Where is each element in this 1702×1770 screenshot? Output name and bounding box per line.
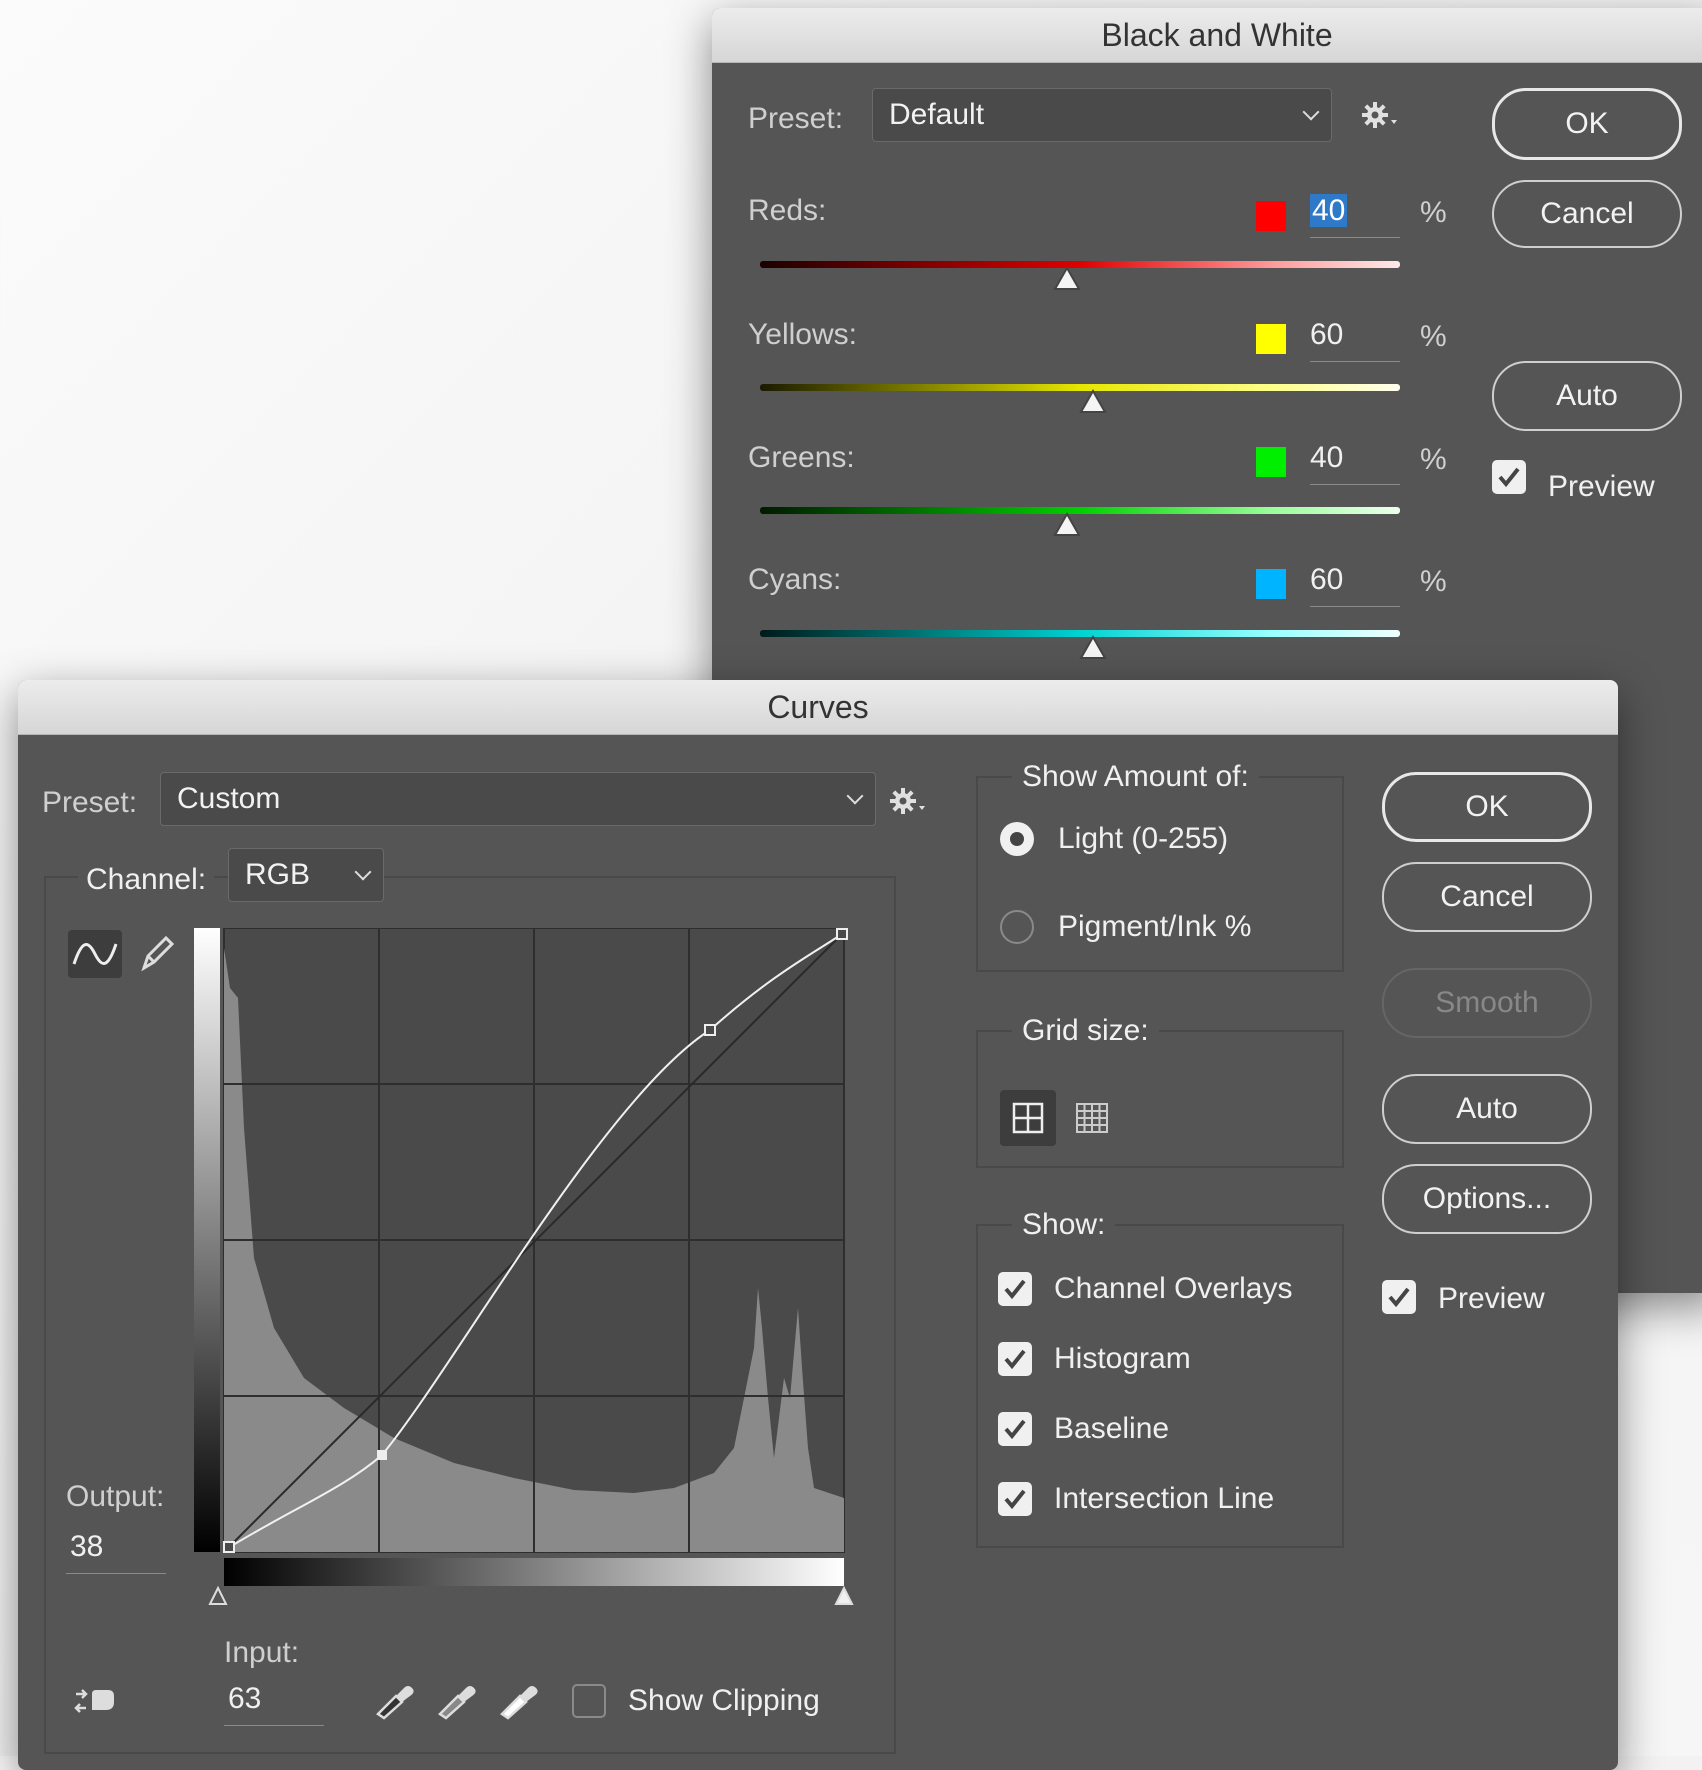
show-clipping-label: Show Clipping (628, 1684, 820, 1717)
slider-label: Yellows: (748, 318, 857, 351)
color-swatch (1256, 569, 1286, 599)
percent-label: % (1420, 443, 1447, 476)
auto-button[interactable]: Auto (1382, 1074, 1592, 1144)
channel-overlays-label: Channel Overlays (1054, 1272, 1293, 1305)
simple-grid-icon[interactable] (1000, 1090, 1056, 1146)
input-value-field[interactable]: 63 (224, 1682, 324, 1726)
show-clipping-checkbox[interactable] (572, 1684, 606, 1718)
black-point-eyedropper-icon[interactable] (372, 1676, 416, 1725)
slider-label: Cyans: (748, 563, 842, 596)
light-radio-label: Light (0-255) (1058, 822, 1229, 855)
preview-label: Preview (1438, 1282, 1545, 1315)
preset-value: Custom (177, 782, 281, 815)
slider-label: Reds: (748, 194, 827, 227)
intersection-line-checkbox[interactable] (998, 1482, 1032, 1516)
preview-checkbox[interactable] (1382, 1280, 1416, 1314)
channel-dropdown[interactable]: RGB (228, 848, 384, 902)
white-point-eyedropper-icon[interactable] (496, 1676, 540, 1725)
color-swatch (1256, 201, 1286, 231)
reds-value-field[interactable]: 40 (1310, 194, 1400, 238)
preview-label: Preview (1548, 470, 1655, 503)
yellows-value-field[interactable]: 60 (1310, 318, 1400, 362)
histogram-label: Histogram (1054, 1342, 1191, 1375)
preset-label: Preset: (42, 786, 138, 819)
histogram-checkbox[interactable] (998, 1342, 1032, 1376)
percent-label: % (1420, 320, 1447, 353)
detailed-grid-icon[interactable] (1064, 1090, 1120, 1146)
cyans-value-field[interactable]: 60 (1310, 563, 1400, 607)
input-label: Input: (224, 1636, 300, 1669)
percent-label: % (1420, 196, 1447, 229)
chevron-down-icon (1302, 103, 1320, 121)
curves-graph[interactable] (194, 927, 866, 1608)
preset-dropdown[interactable]: Default (872, 88, 1332, 142)
preset-dropdown[interactable]: Custom (160, 772, 876, 826)
ok-button[interactable]: OK (1382, 772, 1592, 842)
intersection-line-label: Intersection Line (1054, 1482, 1275, 1515)
channel-value: RGB (245, 858, 311, 891)
gray-point-eyedropper-icon[interactable] (434, 1676, 478, 1725)
color-swatch (1256, 447, 1286, 477)
pigment-radio[interactable] (1000, 910, 1034, 944)
output-label: Output: (66, 1480, 165, 1513)
slider-label: Greens: (748, 441, 855, 474)
color-swatch (1256, 324, 1286, 354)
gear-icon[interactable] (888, 786, 932, 825)
targeted-adjustment-hand-icon[interactable] (72, 1680, 124, 1725)
output-value-field[interactable]: 38 (66, 1530, 166, 1574)
channel-overlays-checkbox[interactable] (998, 1272, 1032, 1306)
auto-button[interactable]: Auto (1492, 361, 1682, 431)
baseline-checkbox[interactable] (998, 1412, 1032, 1446)
smooth-button[interactable]: Smooth (1382, 968, 1592, 1038)
cancel-button[interactable]: Cancel (1492, 180, 1682, 248)
chevron-down-icon (354, 863, 372, 881)
preset-value: Default (889, 98, 985, 131)
preview-checkbox[interactable] (1492, 460, 1526, 494)
curve-point-tool-icon[interactable] (68, 930, 122, 978)
preset-label: Preset: (748, 102, 844, 135)
channel-label: Channel: (78, 863, 215, 897)
dialog-titlebar[interactable]: Curves (18, 680, 1618, 735)
show-title: Show: (1012, 1208, 1116, 1242)
light-radio[interactable] (1000, 822, 1034, 856)
greens-value-field[interactable]: 40 (1310, 441, 1400, 485)
baseline-label: Baseline (1054, 1412, 1170, 1445)
options-button[interactable]: Options... (1382, 1164, 1592, 1234)
gear-icon[interactable] (1360, 100, 1404, 139)
chevron-down-icon (846, 787, 864, 805)
dialog-titlebar[interactable]: Black and White (712, 8, 1702, 63)
grid-size-title: Grid size: (1012, 1014, 1159, 1048)
cancel-button[interactable]: Cancel (1382, 862, 1592, 932)
ok-button[interactable]: OK (1492, 88, 1682, 160)
curves-dialog: Curves Preset: Custom Channel: RGB Outpu… (18, 680, 1618, 1770)
pigment-radio-label: Pigment/Ink % (1058, 910, 1252, 943)
pencil-icon[interactable] (134, 930, 178, 983)
show-amount-title: Show Amount of: (1012, 760, 1259, 794)
percent-label: % (1420, 565, 1447, 598)
